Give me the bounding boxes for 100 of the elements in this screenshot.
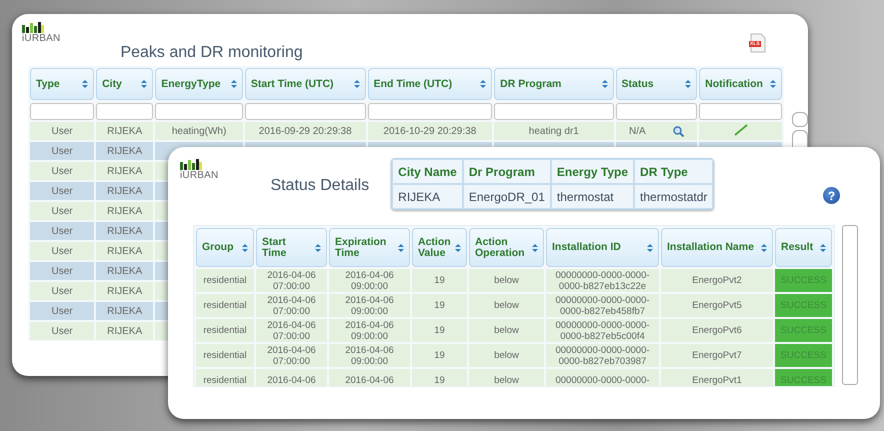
logo-icon xyxy=(180,159,202,170)
page-title: Peaks and DR monitoring xyxy=(120,44,303,62)
table-cell: RIJEKA xyxy=(107,266,142,276)
table-cell: EnergoPvt2 xyxy=(692,275,742,286)
table-cell: below xyxy=(494,375,519,386)
column-header[interactable]: Notification xyxy=(699,68,782,100)
filter-field[interactable] xyxy=(96,102,154,120)
table-cell: heating dr1 xyxy=(528,126,579,136)
table-cell: 2016-04-06 07:00:00 xyxy=(267,344,316,366)
table-cell: RIJEKA xyxy=(107,286,142,296)
filter-field[interactable] xyxy=(368,102,492,120)
column-header[interactable]: DR Program xyxy=(494,68,614,100)
table-cell: residential xyxy=(203,350,247,361)
table-cell: User xyxy=(51,306,73,316)
help-button[interactable]: ? xyxy=(823,187,840,204)
sort-icon xyxy=(685,80,692,88)
column-header[interactable]: Type xyxy=(30,68,94,100)
column-header[interactable]: End Time (UTC) xyxy=(368,68,492,100)
summary-cell: RIJEKA xyxy=(392,184,463,209)
table-cell: below xyxy=(494,350,519,361)
column-header[interactable]: Start Time (UTC) xyxy=(244,68,366,100)
table-cell: User xyxy=(51,166,73,176)
column-header[interactable]: EnergyType xyxy=(155,68,243,100)
table-cell: EnergoPvt6 xyxy=(692,325,742,336)
table-cell: below xyxy=(494,300,519,311)
summary-header: DR Type xyxy=(634,159,714,184)
summary-cell: EnergoDR_01 xyxy=(462,184,551,209)
column-header[interactable]: Status xyxy=(616,68,698,100)
table-cell: RIJEKA xyxy=(107,226,142,236)
table-cell: User xyxy=(51,126,73,136)
table-cell: RIJEKA xyxy=(107,126,142,136)
table-cell: heating(Wh) xyxy=(172,126,226,136)
pencil-icon[interactable] xyxy=(734,124,748,136)
sort-icon xyxy=(532,244,538,252)
column-header[interactable]: Result xyxy=(775,228,832,267)
sort-icon xyxy=(141,80,148,88)
column-header[interactable]: Start Time xyxy=(256,228,327,267)
sort-icon xyxy=(820,244,826,252)
table-cell: 19 xyxy=(434,375,445,386)
table-cell: 2016-09-29 20:29:38 xyxy=(258,126,352,136)
table-cell: 19 xyxy=(434,275,445,286)
table-cell: 00000000-0000-0000-0000-b827eb5c00f4 xyxy=(555,320,650,342)
sort-icon xyxy=(315,244,321,252)
filter-field[interactable] xyxy=(699,102,782,120)
column-header[interactable]: Action Operation xyxy=(469,228,544,267)
table-cell: residential xyxy=(203,375,247,386)
table-cell: RIJEKA xyxy=(107,206,142,216)
column-header[interactable]: City xyxy=(96,68,154,100)
column-header[interactable]: Group xyxy=(196,228,254,267)
table-cell: EnergoPvt5 xyxy=(692,300,742,311)
filter-field[interactable] xyxy=(616,102,698,120)
table-cell: RIJEKA xyxy=(107,186,142,196)
table-cell: 19 xyxy=(434,300,445,311)
column-header[interactable]: Action Value xyxy=(412,228,467,267)
table-cell: RIJEKA xyxy=(107,306,142,316)
sort-icon xyxy=(455,244,461,252)
table-cell: 2016-04-06 07:00:00 xyxy=(267,270,316,292)
summary-cell: thermostat xyxy=(550,184,634,209)
sort-icon xyxy=(354,80,360,88)
table-cell: 00000000-0000-0000-0000-b827eb13c22e xyxy=(555,270,650,292)
table-cell: EnergoPvt7 xyxy=(692,350,742,361)
table-cell: residential xyxy=(203,325,247,336)
table-cell: 2016-04-06 09:00:00 xyxy=(345,320,394,342)
table-cell: 00000000-0000-0000-0000-b827eb458fb7 xyxy=(555,294,650,316)
logo-text: iURBAN xyxy=(22,33,60,44)
filter-field[interactable] xyxy=(30,102,94,120)
table-cell: User xyxy=(51,186,73,196)
table-cell: User xyxy=(51,246,73,256)
table-cell: User xyxy=(51,146,73,156)
table-cell: User xyxy=(51,226,73,236)
filter-field[interactable] xyxy=(244,102,366,120)
summary-header: City Name xyxy=(392,159,463,184)
scrollbar[interactable] xyxy=(842,225,858,385)
column-header[interactable]: Installation Name xyxy=(661,228,773,267)
sort-icon xyxy=(761,244,767,252)
table-cell: 00000000-0000-0000- xyxy=(555,375,650,386)
table-cell: 2016-04-06 09:00:00 xyxy=(345,344,394,366)
sort-icon xyxy=(398,244,404,252)
logo-text: iURBAN xyxy=(180,170,218,181)
sort-icon xyxy=(770,80,776,88)
column-header[interactable]: Installation ID xyxy=(546,228,659,267)
table-cell: User xyxy=(51,286,73,296)
table-cell: 19 xyxy=(434,350,445,361)
table-cell: N/A xyxy=(629,126,646,136)
table-cell: User xyxy=(51,206,73,216)
filter-field[interactable] xyxy=(155,102,243,120)
table-cell: 00000000-0000-0000-0000-b827eb703987 xyxy=(555,344,650,366)
dialog-title: Status Details xyxy=(270,177,370,195)
search-icon[interactable] xyxy=(672,126,684,136)
filter-field[interactable] xyxy=(494,102,614,120)
table-cell: 19 xyxy=(434,325,445,336)
table-cell: 2016-10-29 20:29:38 xyxy=(383,126,476,136)
table-cell: User xyxy=(51,266,73,276)
table-cell: 2016-04-06 07:00:00 xyxy=(267,320,316,342)
table-cell: 2016-04-06 09:00:00 xyxy=(345,270,394,292)
table-cell: residential xyxy=(203,275,247,286)
column-header[interactable]: Expiration Time xyxy=(329,228,410,267)
scrollbar-button[interactable] xyxy=(792,112,808,127)
sort-icon xyxy=(230,80,237,88)
table-cell: 2016-04-06 09:00:00 xyxy=(345,294,394,316)
